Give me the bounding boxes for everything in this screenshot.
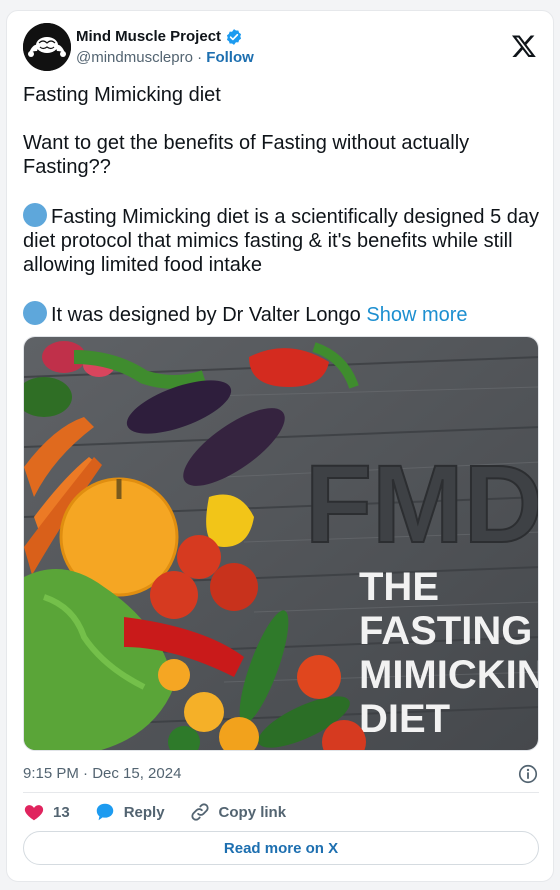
post-card: Mind Muscle Project @mindmusclepro · Fol… (6, 10, 554, 882)
post-line-bullet-1: Fasting Mimicking diet is a scientifical… (23, 203, 539, 277)
post-header: Mind Muscle Project @mindmusclepro · Fol… (23, 23, 537, 73)
follow-button[interactable]: Follow (206, 49, 254, 66)
x-logo-icon[interactable] (511, 33, 537, 59)
reply-button[interactable]: Reply (94, 801, 165, 823)
show-more-link[interactable]: Show more (366, 304, 467, 326)
handle-separator: · (197, 49, 203, 66)
caption-line-2: FASTING (359, 609, 532, 653)
link-icon (190, 803, 209, 821)
post-line-question: Want to get the benefits of Fasting with… (23, 132, 470, 178)
heart-icon (24, 805, 44, 821)
caption-line-3: MIMICKING (359, 653, 539, 697)
caption-line-4: DIET (359, 697, 450, 741)
post-line-title: Fasting Mimicking diet (23, 84, 221, 106)
post-line-bullet-2: It was designed by Dr Valter Longo Show … (23, 301, 539, 327)
author-name[interactable]: Mind Muscle Project (76, 28, 221, 46)
author-handle[interactable]: @mindmusclepro (76, 49, 193, 66)
brain-logo-icon (23, 23, 71, 71)
reply-label: Reply (123, 803, 165, 821)
fmd-engraved-text: FMD (305, 443, 539, 566)
blue-circle-emoji-icon (23, 203, 47, 227)
avatar[interactable] (23, 23, 71, 71)
reply-bubble-icon (96, 803, 113, 821)
post-text: Fasting Mimicking diet Want to get the b… (23, 83, 539, 327)
copy-link-label: Copy link (218, 803, 287, 821)
post-meta: 9:15 PM · Dec 15, 2024 (23, 763, 539, 785)
verified-badge-icon (226, 29, 242, 45)
read-more-label: Read more on X (223, 839, 339, 857)
author-block: Mind Muscle Project @mindmusclepro · Fol… (76, 28, 254, 67)
divider (23, 792, 539, 793)
action-bar: 13 Reply Copy link (23, 799, 539, 825)
post-timestamp[interactable]: 9:15 PM · Dec 15, 2024 (23, 765, 181, 782)
post-image[interactable]: FMD THE FASTING MIMICKING DIET (23, 336, 539, 751)
vegetables-image: FMD THE FASTING MIMICKING DIET (24, 337, 539, 750)
like-count: 13 (53, 803, 70, 821)
blue-circle-emoji-icon (23, 301, 47, 325)
like-button[interactable]: 13 (23, 801, 70, 823)
copy-link-button[interactable]: Copy link (189, 801, 287, 823)
read-more-button[interactable]: Read more on X (23, 831, 539, 865)
info-icon[interactable] (517, 763, 539, 785)
caption-line-1: THE (359, 565, 439, 609)
